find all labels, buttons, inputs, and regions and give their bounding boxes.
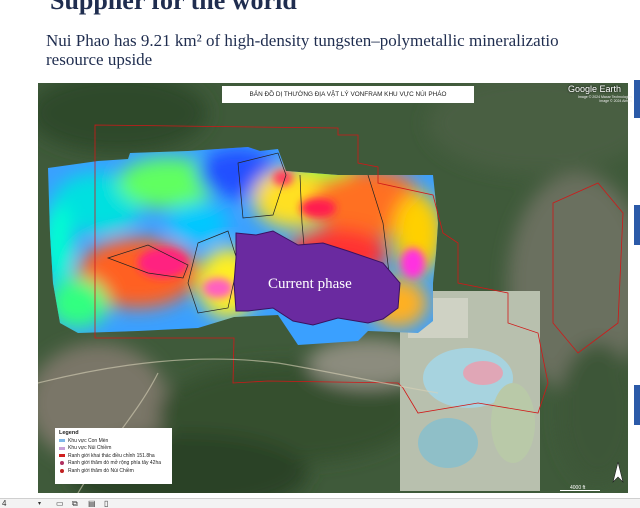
legend-item: Khu vực Núi Chiềm <box>59 445 168 453</box>
map-title: BẢN ĐỒ DỊ THƯỜNG ĐỊA VẬT LÝ VONFRAM KHU … <box>222 86 474 103</box>
scale-label: 4000 ft <box>570 485 586 491</box>
current-phase-label: Current phase <box>268 276 352 292</box>
layout-icon[interactable]: ▤ <box>88 499 96 508</box>
imagery-credit: Image © 2024 Maxar Technologies Image © … <box>578 95 632 103</box>
legend-label: Ranh giới thăm dò mở rộng phía tây 42ha <box>68 460 162 467</box>
side-panel-edge <box>634 205 640 245</box>
presentation-slide: Supplier for the world Nui Phao has 9.21… <box>0 0 640 508</box>
side-panel-edge <box>634 80 640 118</box>
subtitle-line-2: resource upside <box>46 50 153 69</box>
copy-icon[interactable]: ⧉ <box>72 499 78 508</box>
legend-swatch <box>59 439 65 443</box>
zoom-value[interactable]: 4 <box>2 499 6 508</box>
north-arrow-icon <box>612 462 624 483</box>
subtitle-line-1: Nui Phao has 9.21 km² of high-density tu… <box>46 31 559 50</box>
legend-item: Ranh giới thăm dò mở rộng phía tây 42ha <box>59 460 168 468</box>
bottom-toolbar: 4 ▾ ▭ ⧉ ▤ ▯ <box>0 498 640 508</box>
legend-item: Ranh giới thăm dò Núi Chiềm <box>59 467 168 475</box>
legend-label: Ranh giới thăm dò Núi Chiềm <box>68 467 134 474</box>
legend-title: Legend <box>59 430 79 436</box>
slide-subtitle: Nui Phao has 9.21 km² of high-density tu… <box>46 31 640 69</box>
dropdown-icon[interactable]: ▾ <box>38 499 41 508</box>
credit-line-2: Image © 2024 Airbus <box>599 99 633 103</box>
google-earth-logo: Google Earth <box>568 84 622 94</box>
legend-swatch <box>59 446 65 450</box>
map-legend: Legend Khu vực Con Mèn Khu vực Núi Chiềm… <box>55 428 172 484</box>
legend-label: Khu vực Núi Chiềm <box>68 445 112 452</box>
page-icon[interactable]: ▯ <box>104 499 108 508</box>
legend-label: Ranh giới khai thác điều chỉnh 151.8ha <box>68 452 155 459</box>
slide-heading: Supplier for the world <box>50 0 297 15</box>
sheet-icon[interactable]: ▭ <box>56 499 64 508</box>
legend-item: Ranh giới khai thác điều chỉnh 151.8ha <box>59 452 168 460</box>
legend-label: Khu vực Con Mèn <box>68 437 109 444</box>
legend-swatch <box>59 454 65 458</box>
side-panel-edge <box>634 385 640 425</box>
legend-item: Khu vực Con Mèn <box>59 437 168 445</box>
legend-swatch <box>60 461 64 466</box>
legend-swatch <box>60 468 64 473</box>
